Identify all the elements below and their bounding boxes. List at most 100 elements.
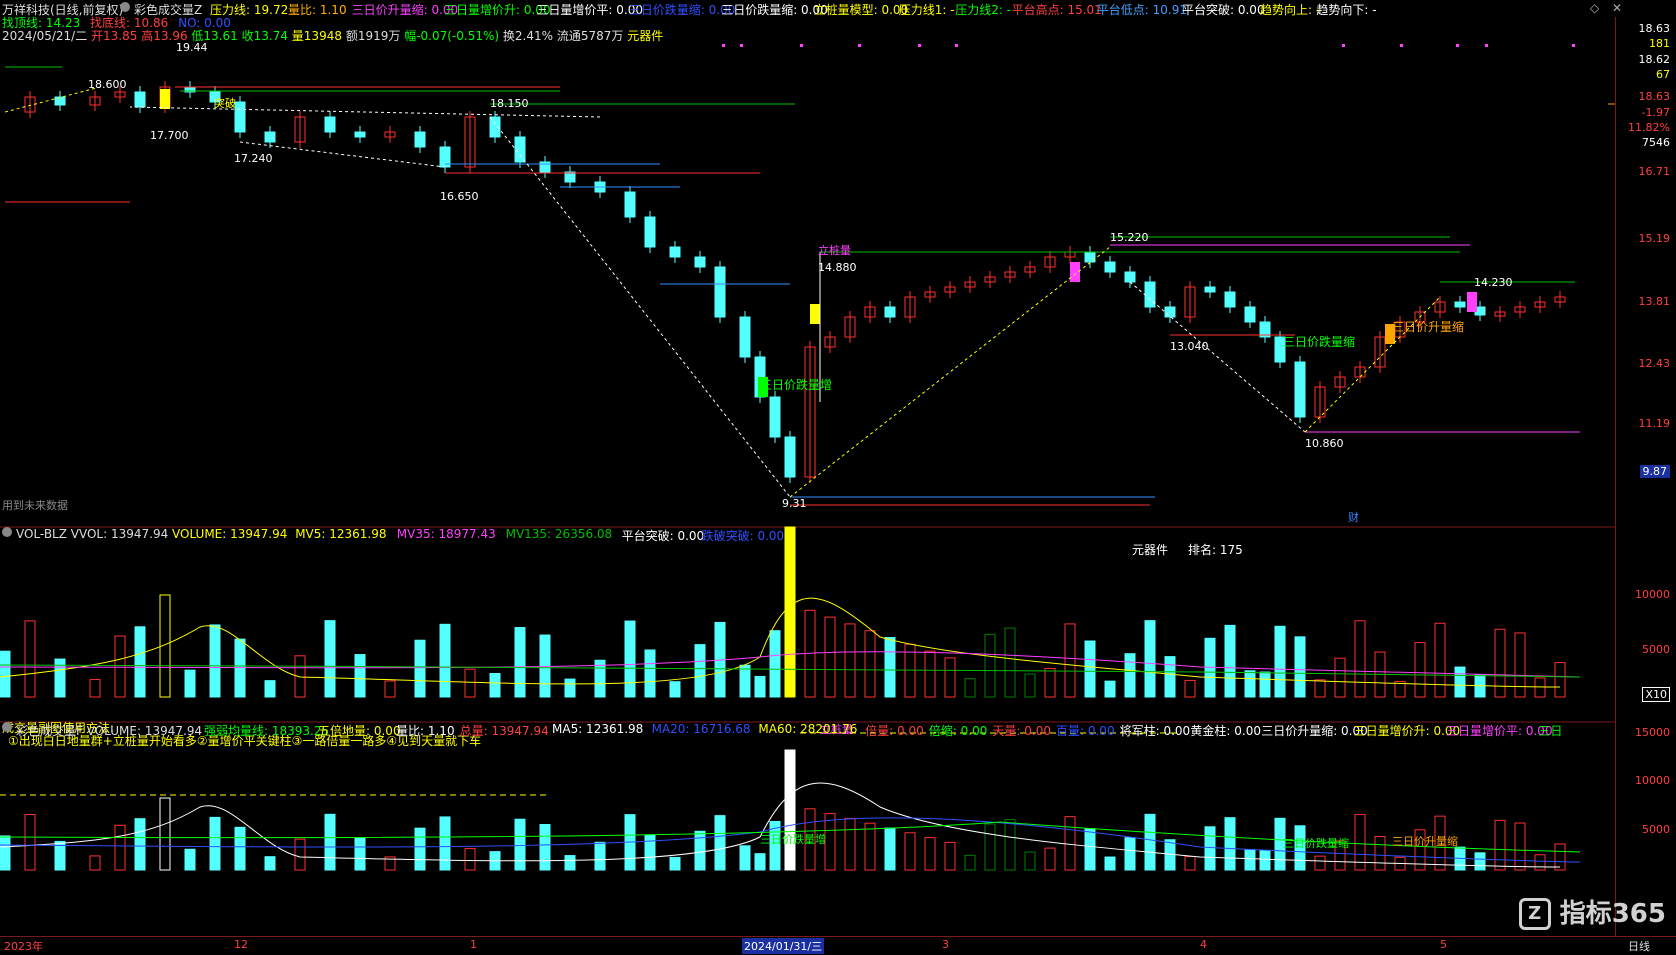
axis-label: 10000 bbox=[1635, 588, 1670, 601]
volume-bar bbox=[769, 630, 781, 698]
indicator-value: 五倍地量: 0.00 bbox=[318, 724, 401, 738]
candle-body bbox=[644, 216, 656, 248]
volume-bar bbox=[514, 627, 526, 698]
indicator-header: 万祥科技(日线,前复权) 彩色成交量Z 压力线: 19.72 量比: 1.10 三日… bbox=[0, 0, 1676, 17]
indicator-value: 量比: 1.10 bbox=[288, 3, 347, 17]
volume-bar bbox=[89, 855, 101, 871]
volume-bar bbox=[89, 679, 101, 698]
chevron-up-icon[interactable]: ◇ bbox=[1590, 1, 1599, 15]
marker-dot bbox=[918, 44, 921, 47]
marker-dot bbox=[800, 44, 803, 47]
volume-bar bbox=[944, 841, 956, 871]
volume-bar bbox=[414, 639, 426, 698]
volume-bar bbox=[0, 650, 11, 698]
volume-bar bbox=[884, 637, 896, 698]
axis-label: 12.43 bbox=[1638, 357, 1671, 370]
volume-bar bbox=[1514, 822, 1526, 871]
volume-bar bbox=[0, 835, 11, 871]
candle-body bbox=[414, 131, 426, 148]
axis-label: 7546 bbox=[1642, 136, 1670, 149]
marker-dot bbox=[1342, 44, 1345, 47]
volume-bar bbox=[1064, 623, 1076, 698]
finance-marker: 财 bbox=[1348, 510, 1359, 524]
volume-bar bbox=[1184, 856, 1196, 871]
volume-bar bbox=[234, 826, 246, 871]
volume-bar bbox=[539, 823, 551, 871]
volume-bar bbox=[564, 678, 576, 698]
signal-label: 三日价跌量缩 bbox=[1283, 334, 1355, 349]
volume-bar bbox=[844, 623, 856, 698]
future-data-note: 用到未来数据 bbox=[2, 498, 68, 512]
date-tick: 2023年 bbox=[4, 940, 43, 953]
indicator-value: 平台突破: 0.00 bbox=[1182, 3, 1265, 17]
candle-body bbox=[884, 306, 896, 318]
axis-label: 18.63 bbox=[1638, 22, 1671, 35]
close-icon[interactable]: ✕ bbox=[1612, 1, 1622, 15]
indicator-value: MA60: 28201.76 bbox=[758, 722, 858, 736]
volume-bar bbox=[1084, 828, 1096, 871]
volume-bar bbox=[1004, 819, 1016, 871]
date-tick: 4 bbox=[1200, 938, 1207, 951]
vol-panel-header: VOL-BLZ VVOL: 13947.94 VOLUME: 13947.94 M… bbox=[0, 527, 1616, 543]
watermark-text: 指标365 bbox=[1559, 898, 1666, 929]
vol-panel-title[interactable]: VOL-BLZ VVOL: 13947.94 bbox=[16, 527, 168, 541]
volume-bar bbox=[824, 616, 836, 698]
volume-bar bbox=[1534, 677, 1546, 698]
indicator-value: 黄金柱: 0.00 bbox=[1190, 724, 1261, 738]
volume-bar bbox=[294, 838, 306, 871]
volume-bar bbox=[644, 834, 656, 871]
indicator-value: 平台突破: 0.00 bbox=[621, 529, 705, 543]
axis-label: 181 bbox=[1649, 37, 1670, 50]
volume-bar bbox=[1064, 816, 1076, 871]
indicator-value: 三日量增价升: 0.00 bbox=[1353, 724, 1461, 738]
axis-label: 15000 bbox=[1635, 726, 1670, 739]
price-label: 13.040 bbox=[1170, 340, 1209, 353]
volume-bar bbox=[324, 620, 336, 698]
volume-bar bbox=[824, 813, 836, 871]
volume-bar bbox=[24, 814, 36, 871]
vol2-panel-title[interactable]: 彩色成交量F VOLUME: 13947.94 bbox=[16, 722, 202, 739]
volume-bar bbox=[489, 673, 501, 698]
trend-line bbox=[4, 86, 101, 113]
indicator-value: 三日价升量缩: 0.00 bbox=[1261, 724, 1368, 738]
volume-bar bbox=[114, 635, 126, 698]
axis-label: 10000 bbox=[1635, 774, 1670, 787]
indicator-value: 倍量: 0.00 bbox=[865, 724, 924, 738]
period-label[interactable]: 日线 bbox=[1628, 938, 1650, 954]
candle-body bbox=[1164, 306, 1176, 318]
volume-bar bbox=[1274, 625, 1286, 698]
volume-bar bbox=[784, 526, 796, 698]
indicator-value: 三日量增价升: 0.00 bbox=[444, 3, 551, 17]
indicator-value: 三日量增价平: 0.00 bbox=[1446, 724, 1553, 738]
volume-bar bbox=[1534, 854, 1546, 871]
candle-body bbox=[669, 246, 681, 258]
axis-label: 67 bbox=[1656, 68, 1670, 81]
marker-dot bbox=[722, 44, 725, 47]
volume-bar bbox=[464, 848, 476, 871]
indicator-value: 压力线2: - bbox=[955, 3, 1012, 17]
volume-bar bbox=[1314, 679, 1326, 698]
volume-bar bbox=[1494, 819, 1506, 871]
marker-dot bbox=[1572, 44, 1575, 47]
kline-chart-area[interactable]: 18.600 19.44 17.700 17.240 18.150 16.650… bbox=[0, 17, 1616, 936]
indicator-value: 量比: 1.10 bbox=[396, 724, 455, 738]
indicator-value: 趋势向下: - bbox=[1316, 3, 1377, 17]
volume-bar bbox=[1554, 662, 1566, 698]
date-tick: 5 bbox=[1440, 938, 1447, 951]
volume-bar bbox=[1104, 680, 1116, 698]
volume-bar bbox=[754, 853, 766, 871]
price-label: 17.700 bbox=[150, 129, 189, 142]
volume-bar bbox=[1024, 673, 1036, 698]
date-tick: 3 bbox=[942, 938, 949, 951]
volume-bar bbox=[754, 675, 766, 698]
candle-body bbox=[1224, 291, 1236, 308]
volume-bar bbox=[1454, 666, 1466, 698]
volume-bar bbox=[644, 649, 656, 698]
price-label: 18.600 bbox=[88, 78, 127, 91]
rank-label: 排名: 175 bbox=[1188, 542, 1243, 557]
candle-body bbox=[769, 396, 781, 438]
volume-bar bbox=[354, 654, 366, 698]
axis-label: 5000 bbox=[1642, 643, 1670, 656]
indicator-value: 百量: 0.00 bbox=[1056, 724, 1115, 738]
signal-candle bbox=[160, 89, 170, 109]
